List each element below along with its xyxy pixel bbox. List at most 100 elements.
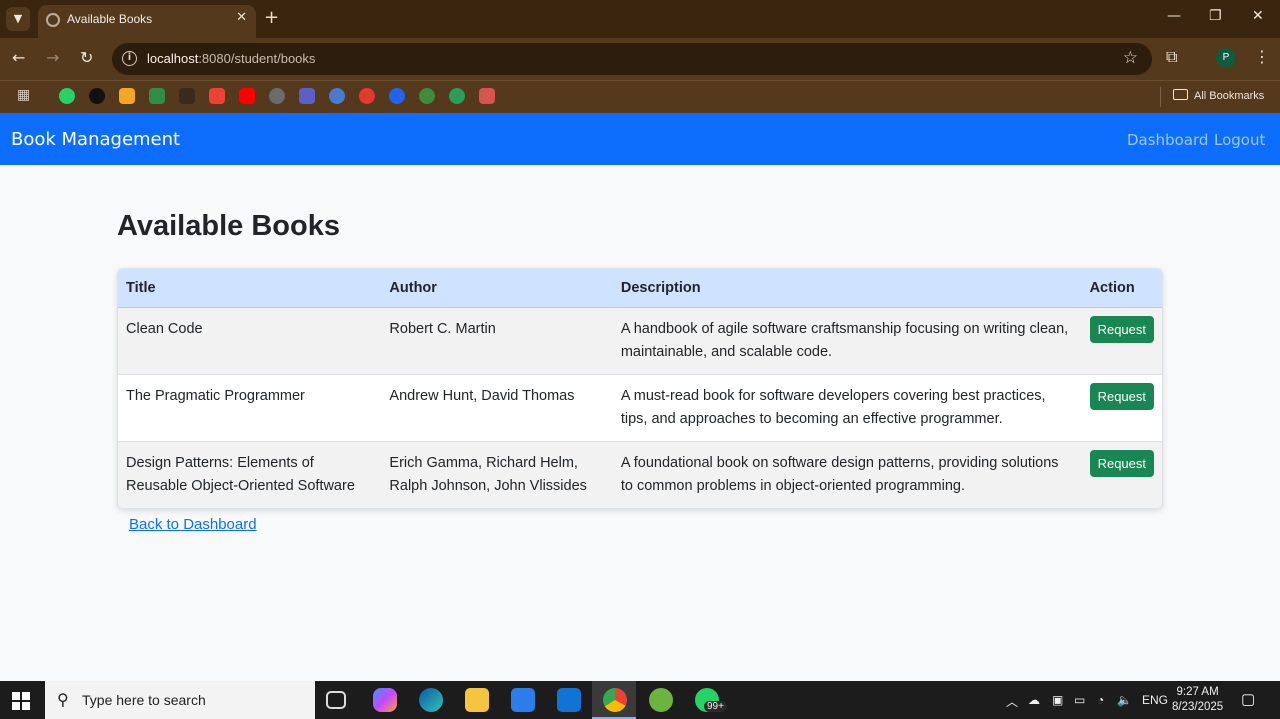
book-title: Design Patterns: Elements of Reusable Ob… <box>118 441 382 508</box>
books-table-container: Title Author Description Action Clean Co… <box>117 268 1163 509</box>
site-info-icon[interactable]: i <box>122 51 137 66</box>
codechef-bookmark-icon[interactable] <box>119 88 135 104</box>
table-row: The Pragmatic Programmer Andrew Hunt, Da… <box>118 374 1162 442</box>
book-author: Robert C. Martin <box>381 307 613 375</box>
green-bookmark-icon[interactable] <box>419 88 435 104</box>
tab-search-dropdown-icon[interactable]: ▼ <box>6 7 30 31</box>
tuf-bookmark-icon[interactable] <box>89 88 105 104</box>
spring-tool-icon[interactable] <box>649 688 673 712</box>
profile-avatar[interactable]: P <box>1216 48 1236 68</box>
file-explorer-icon[interactable] <box>465 688 489 712</box>
copilot-icon[interactable] <box>373 688 397 712</box>
column-header-action: Action <box>1081 269 1162 308</box>
column-header-author: Author <box>381 269 613 308</box>
book-description: A foundational book on software design p… <box>612 441 1082 508</box>
edge-icon[interactable] <box>419 688 443 712</box>
bookmarks-bar: ▦ All Bookmarks <box>0 80 1280 113</box>
address-bar[interactable]: i localhost:8080/student/books ☆ <box>112 43 1152 75</box>
globe-icon <box>46 13 60 27</box>
youtube-bookmark-icon[interactable] <box>239 88 255 104</box>
meet-now-icon[interactable]: ▣ <box>1052 693 1063 707</box>
site-bookmark-icon[interactable] <box>329 88 345 104</box>
gmail-bookmark-icon[interactable] <box>209 88 225 104</box>
windows-start-icon[interactable] <box>12 692 30 710</box>
back-arrow-icon[interactable]: ← <box>12 48 25 67</box>
six-bookmark-icon[interactable] <box>449 88 465 104</box>
page-title: Available Books <box>117 210 340 242</box>
search-icon: ⚲ <box>57 690 69 709</box>
navbar-brand[interactable]: Book Management <box>11 129 180 150</box>
browser-tab-bar: ▼ Available Books ✕ + — ❐ ✕ <box>0 0 1280 38</box>
onedrive-cloud-icon[interactable]: ☁ <box>1028 693 1040 707</box>
book-author: Andrew Hunt, David Thomas <box>381 374 613 442</box>
book-description: A handbook of agile software craftsmansh… <box>612 307 1082 375</box>
column-header-title: Title <box>118 269 382 308</box>
show-hidden-icons-chevron-icon[interactable]: ︿ <box>1006 693 1018 710</box>
wifi-icon[interactable]: ◔ <box>1097 693 1104 707</box>
battery-icon[interactable]: ▭ <box>1074 693 1085 707</box>
chatgpt-bookmark-icon[interactable] <box>269 88 285 104</box>
books-table: Title Author Description Action Clean Co… <box>118 269 1162 508</box>
bookmark-separator <box>1160 87 1161 107</box>
microsoft-store-icon[interactable] <box>511 688 535 712</box>
folder-icon <box>1173 89 1188 100</box>
cf-bookmark-icon[interactable] <box>359 88 375 104</box>
reload-icon[interactable]: ↻ <box>80 48 93 67</box>
nav-link-dashboard[interactable]: Dashboard <box>1127 131 1208 149</box>
whatsapp-bookmark-icon[interactable] <box>59 88 75 104</box>
bookmark-star-icon[interactable]: ☆ <box>1123 48 1138 68</box>
taskbar-search-box[interactable]: ⚲ Type here to search <box>45 681 315 719</box>
volume-muted-icon[interactable]: 🔈 <box>1117 693 1132 707</box>
action-cell: Request <box>1081 441 1162 508</box>
book-title: The Pragmatic Programmer <box>118 374 382 442</box>
minimize-icon[interactable]: — <box>1167 8 1181 24</box>
teams-bookmark-icon[interactable] <box>299 88 315 104</box>
table-row: Clean Code Robert C. Martin A handbook o… <box>118 307 1162 375</box>
url-path: :8080/student/books <box>198 51 316 66</box>
outlook-icon[interactable] <box>557 688 581 712</box>
app-navbar: Book Management Dashboard Logout <box>0 113 1280 165</box>
red-bookmark-icon[interactable] <box>479 88 495 104</box>
clock-date: 8/23/2025 <box>1172 701 1224 713</box>
new-tab-icon[interactable]: + <box>264 7 279 28</box>
k-bookmark-icon[interactable] <box>389 88 405 104</box>
back-to-dashboard-link[interactable]: Back to Dashboard <box>129 516 257 533</box>
table-header-row: Title Author Description Action <box>118 269 1162 308</box>
notification-badge: 99+ <box>704 701 727 712</box>
url-text[interactable]: localhost:8080/student/books <box>147 51 315 66</box>
close-window-icon[interactable]: ✕ <box>1252 8 1264 24</box>
geeksforgeeks-bookmark-icon[interactable] <box>149 88 165 104</box>
tab-title: Available Books <box>67 12 153 26</box>
language-indicator[interactable]: ENG <box>1142 693 1168 707</box>
action-cell: Request <box>1081 307 1162 375</box>
request-button[interactable]: Request <box>1089 383 1154 410</box>
taskbar-clock[interactable]: 9:27 AM 8/23/2025 <box>1172 685 1223 715</box>
nav-link-logout[interactable]: Logout <box>1214 131 1265 149</box>
all-bookmarks-label: All Bookmarks <box>1194 90 1265 102</box>
request-button[interactable]: Request <box>1089 316 1154 343</box>
close-tab-icon[interactable]: ✕ <box>236 10 247 25</box>
cc-bookmark-icon[interactable] <box>179 88 195 104</box>
all-bookmarks-button[interactable]: All Bookmarks <box>1173 89 1264 102</box>
url-host: localhost <box>147 51 199 66</box>
chrome-icon[interactable] <box>603 688 627 712</box>
restore-icon[interactable]: ❐ <box>1209 8 1222 24</box>
apps-grid-icon[interactable]: ▦ <box>17 87 30 103</box>
extensions-puzzle-icon[interactable]: ⧉ <box>1166 47 1177 67</box>
book-author: Erich Gamma, Richard Helm, Ralph Johnson… <box>381 441 613 508</box>
browser-toolbar: ← → ↻ i localhost:8080/student/books ☆ ⧉… <box>0 38 1280 80</box>
clock-time: 9:27 AM <box>1176 686 1219 698</box>
notifications-icon[interactable]: ▢ <box>1241 690 1255 708</box>
search-placeholder: Type here to search <box>82 692 206 708</box>
action-cell: Request <box>1081 374 1162 442</box>
windows-taskbar: ⚲ Type here to search 99+ ︿ ☁ ▣ ▭ ◔ 🔈 EN… <box>0 681 1280 719</box>
book-title: Clean Code <box>118 307 382 375</box>
browser-menu-icon[interactable]: ⋮ <box>1254 47 1270 66</box>
request-button[interactable]: Request <box>1089 450 1154 477</box>
table-row: Design Patterns: Elements of Reusable Ob… <box>118 441 1162 508</box>
column-header-description: Description <box>612 269 1082 308</box>
browser-tab[interactable]: Available Books ✕ <box>38 5 256 38</box>
book-description: A must-read book for software developers… <box>612 374 1082 442</box>
forward-arrow-icon[interactable]: → <box>46 48 59 67</box>
task-view-icon[interactable] <box>326 691 346 709</box>
